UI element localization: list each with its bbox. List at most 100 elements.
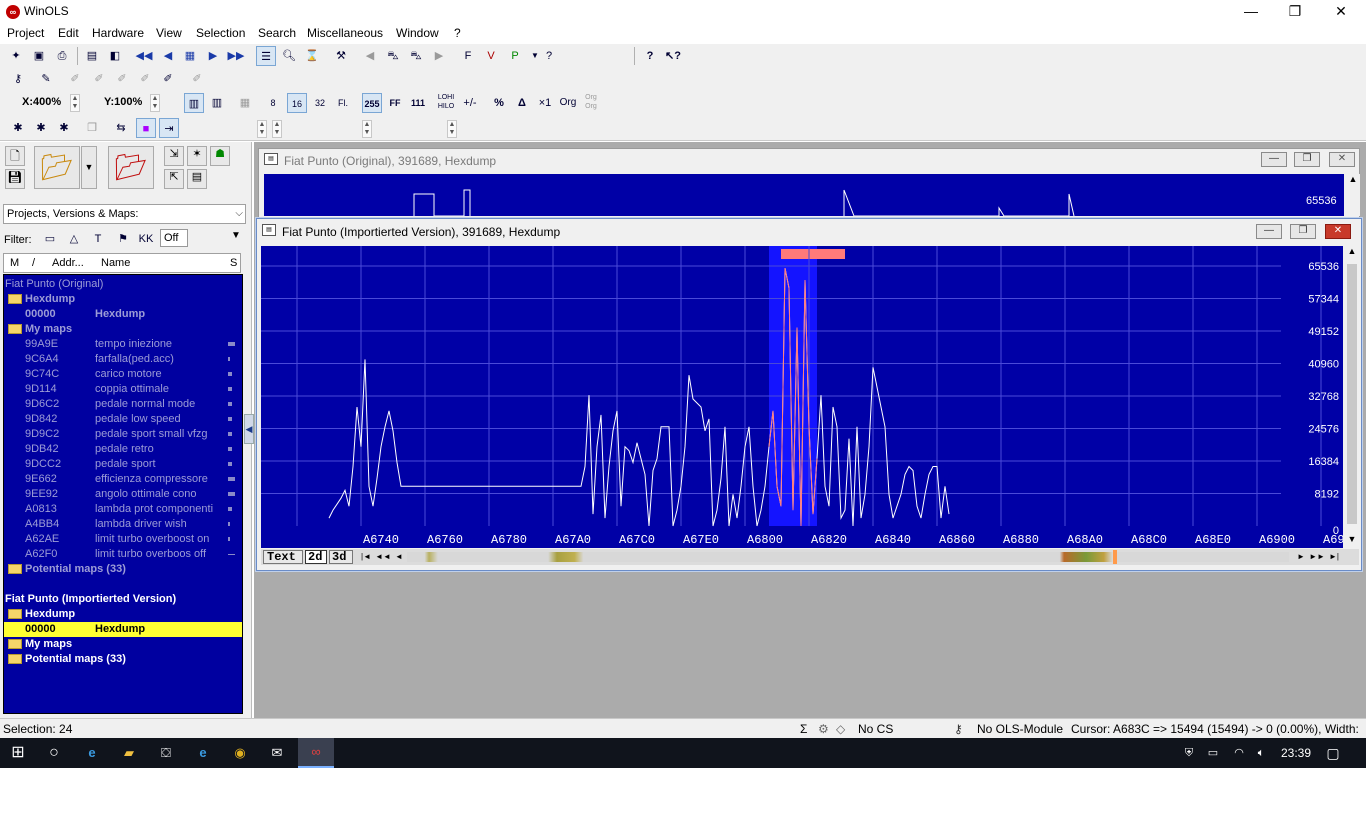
- tree-map-item[interactable]: A62F0 limit turbo overboos off: [4, 547, 242, 562]
- v-icon[interactable]: V: [481, 46, 501, 66]
- original-button[interactable]: Org: [558, 93, 578, 113]
- tree-folder-mymaps[interactable]: My maps: [4, 322, 242, 337]
- filter-e-icon[interactable]: KK: [136, 229, 156, 249]
- column-name[interactable]: Name: [101, 257, 130, 269]
- first-icon[interactable]: ◀◀: [134, 46, 154, 66]
- store-icon[interactable]: ⛋: [157, 744, 175, 762]
- help-icon[interactable]: ?: [640, 46, 660, 66]
- filter-dropdown-icon[interactable]: ▼: [231, 230, 241, 241]
- column-sort[interactable]: /: [32, 257, 35, 269]
- tree-map-item[interactable]: 9EE92 angolo ottimale cono: [4, 487, 242, 502]
- prev-icon[interactable]: ◀: [158, 46, 178, 66]
- spinner-d[interactable]: ▲ ▼: [447, 120, 457, 138]
- tool-b-icon[interactable]: ✱: [31, 118, 51, 138]
- notification-icon[interactable]: ▢: [1324, 744, 1342, 762]
- scroll-down-icon[interactable]: ▼: [1345, 534, 1359, 548]
- tool-a-icon[interactable]: ✱: [8, 118, 28, 138]
- bars-icon[interactable]: ▥: [184, 93, 204, 113]
- color-icon[interactable]: ■: [136, 118, 156, 138]
- grid-dim-icon[interactable]: ▦: [235, 93, 255, 113]
- edit-a-icon[interactable]: ✐: [65, 69, 85, 89]
- car-search-next-icon[interactable]: ⛍: [406, 46, 426, 66]
- factor-button[interactable]: ×1: [535, 93, 555, 113]
- imported-restore-button[interactable]: ❐: [1290, 224, 1316, 239]
- menu-window[interactable]: Window: [396, 26, 439, 40]
- menu-view[interactable]: View: [156, 26, 182, 40]
- pencil-icon[interactable]: ✎: [36, 69, 56, 89]
- nav-prev-button[interactable]: ◄: [393, 550, 405, 564]
- delta-button[interactable]: Δ: [512, 93, 532, 113]
- tab-3d[interactable]: 3d: [329, 550, 353, 564]
- tree-folder-hexdump[interactable]: Hexdump: [4, 292, 242, 307]
- scroll-thumb[interactable]: [1347, 264, 1357, 524]
- original-minimize-button[interactable]: —: [1261, 152, 1287, 167]
- decimal-button[interactable]: 255: [362, 93, 382, 113]
- filter-off-button[interactable]: Off: [160, 229, 188, 247]
- context-help-icon[interactable]: ↖?: [663, 46, 683, 66]
- spinner-b[interactable]: ▲ ▼: [272, 120, 282, 138]
- nav-first-button[interactable]: |◄: [359, 550, 373, 564]
- byte-order-button[interactable]: LOHI HILO: [436, 93, 456, 113]
- overview-position-marker[interactable]: [1113, 550, 1117, 564]
- tree-folder-hexdump[interactable]: Hexdump: [4, 607, 242, 622]
- menu-hardware[interactable]: Hardware: [92, 26, 144, 40]
- tree-map-item[interactable]: 9DCC2 pedale sport: [4, 457, 242, 472]
- volume-icon[interactable]: 🔈︎: [1252, 744, 1270, 762]
- tool-icon[interactable]: ⚒: [331, 46, 351, 66]
- search-icon[interactable]: ○: [45, 744, 63, 762]
- start-icon[interactable]: ⊞: [9, 744, 27, 762]
- sign-icon[interactable]: +/-: [460, 93, 480, 113]
- jump-icon[interactable]: ⇥: [159, 118, 179, 138]
- tree-map-item[interactable]: 9D842 pedale low speed: [4, 412, 242, 427]
- tree-map-item[interactable]: 9DB42 pedale retro: [4, 442, 242, 457]
- save-icon[interactable]: 💾︎: [5, 169, 25, 189]
- original-close-button[interactable]: ✕: [1329, 152, 1355, 167]
- grid-icon[interactable]: ▦: [180, 46, 200, 66]
- zoom-y-spinner[interactable]: ▲ ▼: [150, 94, 160, 112]
- tool-c-icon[interactable]: ✱: [54, 118, 74, 138]
- magic-icon[interactable]: ✶: [187, 146, 207, 166]
- float-button[interactable]: Fl.: [333, 93, 353, 113]
- next-icon[interactable]: ▶: [203, 46, 223, 66]
- tree-map-item[interactable]: 9C6A4 farfalla(ped.acc): [4, 352, 242, 367]
- menu-search[interactable]: Search: [258, 26, 296, 40]
- copy-map-icon[interactable]: ❐: [82, 118, 102, 138]
- properties-icon[interactable]: ▤: [187, 169, 207, 189]
- edit-c-icon[interactable]: ✐: [112, 69, 132, 89]
- spinner-c[interactable]: ▲ ▼: [362, 120, 372, 138]
- menu-help[interactable]: ?: [454, 26, 461, 40]
- filter-d-icon[interactable]: ⚑: [113, 229, 133, 249]
- tree-folder-potential[interactable]: Potential maps (33): [4, 562, 242, 577]
- winols-taskbar-icon[interactable]: ∞: [298, 738, 334, 768]
- original-restore-button[interactable]: ❐: [1294, 152, 1320, 167]
- tab-2d[interactable]: 2d: [305, 550, 327, 564]
- nav-prev-fast-button[interactable]: ◄◄: [375, 550, 391, 564]
- key-icon[interactable]: ⚷: [8, 69, 28, 89]
- original-scrollbar[interactable]: ▲: [1346, 174, 1360, 216]
- hexdump-2d-graph[interactable]: A6740 A6760 A6780 A67A0 A67C0 A67E0 A6800 A6820…: [261, 246, 1343, 548]
- checksum-icon[interactable]: ⌛: [302, 46, 322, 66]
- edit-d-icon[interactable]: ✐: [135, 69, 155, 89]
- nav-next-fast-button[interactable]: ►►: [1309, 550, 1325, 564]
- close-button[interactable]: ✕: [1318, 0, 1364, 24]
- help-small-icon[interactable]: ?: [539, 46, 559, 66]
- zoom-x-spinner[interactable]: ▲ ▼: [70, 94, 80, 112]
- connect-icon[interactable]: ☗: [210, 146, 230, 166]
- imported-close-button[interactable]: ✕: [1325, 224, 1351, 239]
- ie-icon[interactable]: e: [194, 744, 212, 762]
- back-icon[interactable]: ◀: [360, 46, 380, 66]
- align-icon[interactable]: ⇆: [111, 118, 131, 138]
- forward-icon[interactable]: ▶: [429, 46, 449, 66]
- tree-map-item[interactable]: A4BB4 lambda driver wish: [4, 517, 242, 532]
- battery-icon[interactable]: ▭: [1204, 744, 1222, 762]
- p-icon[interactable]: P: [505, 46, 525, 66]
- imported-minimize-button[interactable]: —: [1256, 224, 1282, 239]
- project-view-select[interactable]: Projects, Versions & Maps: ⌵: [3, 204, 246, 224]
- tree-map-item[interactable]: 9D114 coppia ottimale: [4, 382, 242, 397]
- tree-hexdump-item-selected[interactable]: 00000 Hexdump: [4, 622, 242, 637]
- open-dropdown-icon[interactable]: ▼: [81, 146, 97, 189]
- window-icon[interactable]: ▤: [82, 46, 102, 66]
- edge-icon[interactable]: e: [83, 744, 101, 762]
- export-icon[interactable]: ⇱: [164, 169, 184, 189]
- tree-folder-potential[interactable]: Potential maps (33): [4, 652, 242, 667]
